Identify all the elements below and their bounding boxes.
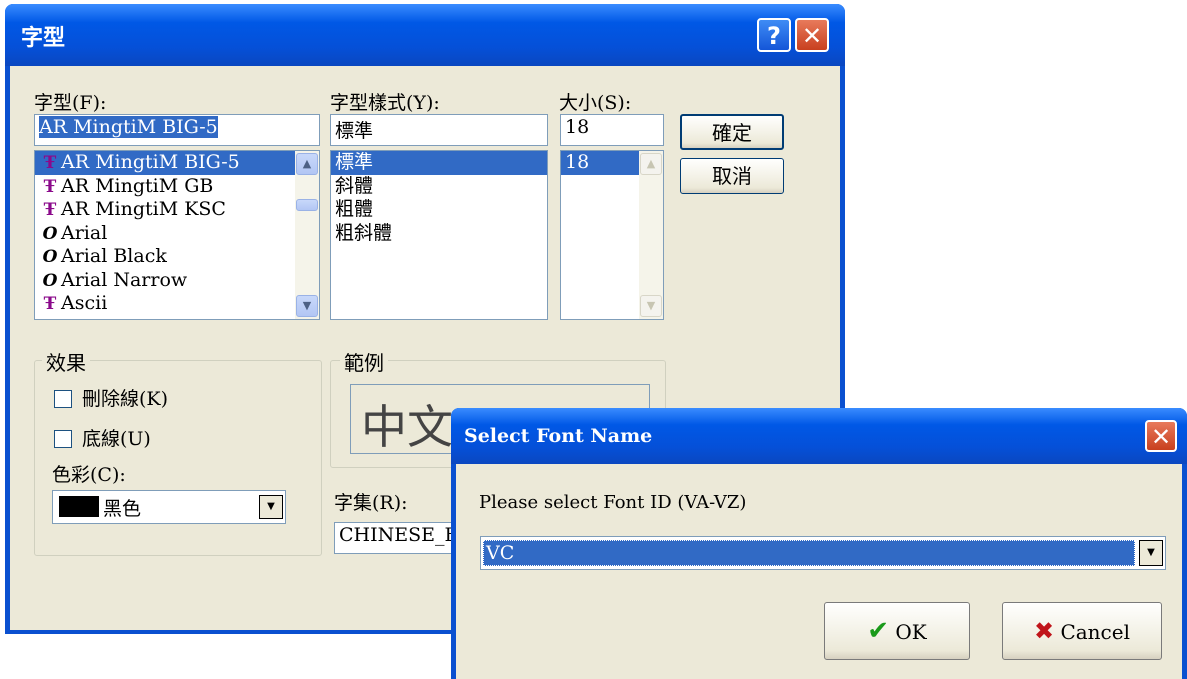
font-id-value: VC	[483, 540, 1135, 566]
list-item[interactable]: Ŧ AR MingtiM BIG-5	[35, 151, 319, 175]
list-item-label: 斜體	[335, 174, 374, 197]
font-label: 字型(F):	[34, 92, 107, 114]
list-item-label: 粗斜體	[335, 221, 393, 244]
list-item-label: Arial	[61, 221, 108, 244]
chevron-down-icon[interactable]: ▼	[1139, 540, 1163, 566]
effects-group	[34, 360, 322, 556]
cancel-button[interactable]: 取消	[680, 158, 784, 194]
effects-label: 效果	[42, 347, 90, 376]
strikeout-label[interactable]: 刪除線(K)	[82, 384, 168, 411]
charset-value: CHINESE_B	[339, 524, 459, 546]
help-button[interactable]: ?	[757, 18, 791, 52]
font-name-value: AR MingtiM BIG-5	[39, 116, 218, 138]
size-list-scrollbar[interactable]: ▲ ▼	[639, 151, 663, 319]
underline-label[interactable]: 底線(U)	[82, 424, 151, 451]
font-name-input[interactable]: AR MingtiM BIG-5	[34, 114, 320, 146]
list-item-label: 18	[565, 151, 590, 173]
ok-label: OK	[895, 620, 927, 644]
select-font-name-dialog: Select Font Name ✕ Please select Font ID…	[451, 408, 1187, 679]
list-item[interactable]: O Arial Narrow	[35, 269, 319, 293]
truetype-icon: Ŧ	[43, 200, 57, 220]
color-value: 黑色	[103, 498, 142, 520]
ok-button[interactable]: ✔ OK	[824, 602, 970, 660]
font-list[interactable]: Ŧ AR MingtiM BIG-5 Ŧ AR MingtiM GB Ŧ AR Mingt…	[34, 150, 320, 320]
list-item-label: 粗體	[335, 198, 374, 220]
strikeout-checkbox[interactable]	[54, 390, 72, 408]
list-item-label: Arial Narrow	[61, 268, 188, 291]
truetype-icon: Ŧ	[43, 294, 57, 314]
checkmark-icon: ✔	[867, 616, 890, 646]
list-item-label: Ascii	[61, 292, 108, 314]
cancel-button[interactable]: ✖ Cancel	[1002, 602, 1162, 660]
size-list[interactable]: 18 ▲ ▼	[560, 150, 664, 320]
select-dialog-title: Select Font Name	[464, 425, 653, 447]
select-dialog-body: Please select Font ID (VA-VZ) VC ▼ ✔ OK …	[456, 464, 1182, 679]
underline-checkbox[interactable]	[54, 430, 72, 448]
select-close-button[interactable]: ✕	[1145, 420, 1177, 452]
size-value: 18	[565, 116, 590, 138]
select-dialog-titlebar[interactable]: Select Font Name ✕	[451, 408, 1187, 464]
font-list-items: Ŧ AR MingtiM BIG-5 Ŧ AR MingtiM GB Ŧ AR Mingt…	[35, 151, 319, 316]
list-item[interactable]: O Arial Black	[35, 245, 319, 269]
color-select[interactable]: 黑色 ▼	[52, 490, 286, 524]
list-item-label: AR MingtiM BIG-5	[61, 151, 240, 173]
style-list-items: 標準 斜體 粗體 粗斜體	[331, 151, 547, 245]
list-item-label: AR MingtiM GB	[61, 174, 214, 197]
scroll-up-icon[interactable]: ▲	[296, 153, 318, 175]
list-item-label: AR MingtiM KSC	[61, 198, 226, 220]
list-item-label: 標準	[335, 151, 374, 173]
sample-text: 中文	[361, 400, 453, 454]
font-style-label: 字型樣式(Y):	[330, 92, 440, 114]
size-input[interactable]: 18	[560, 114, 664, 146]
truetype-icon: Ŧ	[43, 153, 57, 173]
select-prompt: Please select Font ID (VA-VZ)	[479, 492, 747, 513]
list-item[interactable]: 粗斜體	[331, 222, 547, 246]
scroll-down-icon: ▼	[640, 295, 662, 317]
scroll-down-icon[interactable]: ▼	[296, 295, 318, 317]
color-swatch	[59, 496, 99, 517]
opentype-icon: O	[42, 223, 58, 244]
font-dialog-titlebar[interactable]: 字型 ? ✕	[5, 4, 845, 66]
sample-label: 範例	[340, 347, 388, 376]
size-label: 大小(S):	[559, 92, 632, 114]
list-item[interactable]: Ŧ Ascii	[35, 292, 319, 316]
color-label: 色彩(C):	[52, 464, 126, 486]
list-item[interactable]: O Arial	[35, 222, 319, 246]
list-item[interactable]: 粗體	[331, 198, 547, 222]
scroll-thumb[interactable]	[296, 199, 318, 211]
font-style-list[interactable]: 標準 斜體 粗體 粗斜體	[330, 150, 548, 320]
list-item-label: Arial Black	[61, 245, 167, 267]
cancel-label: Cancel	[1060, 620, 1130, 644]
font-style-input[interactable]: 標準	[330, 114, 548, 146]
font-dialog-title: 字型	[21, 25, 66, 51]
list-item[interactable]: 斜體	[331, 175, 547, 199]
ok-button[interactable]: 確定	[680, 114, 784, 150]
close-icon: ✕	[1150, 423, 1172, 451]
close-button[interactable]: ✕	[795, 18, 829, 52]
font-id-select[interactable]: VC ▼	[480, 536, 1166, 570]
help-icon: ?	[767, 22, 781, 50]
font-list-scrollbar[interactable]: ▲ ▼	[295, 151, 319, 319]
truetype-icon: Ŧ	[43, 176, 57, 197]
opentype-icon: O	[42, 270, 58, 291]
list-item[interactable]: Ŧ AR MingtiM KSC	[35, 198, 319, 222]
x-mark-icon: ✖	[1033, 617, 1055, 645]
list-item[interactable]: Ŧ AR MingtiM GB	[35, 175, 319, 199]
font-style-value: 標準	[335, 120, 374, 142]
opentype-icon: O	[42, 247, 58, 267]
chevron-down-icon[interactable]: ▼	[259, 495, 283, 519]
scroll-up-icon: ▲	[640, 153, 662, 175]
charset-label: 字集(R):	[334, 492, 408, 514]
list-item[interactable]: 標準	[331, 151, 547, 175]
close-icon: ✕	[801, 22, 823, 50]
